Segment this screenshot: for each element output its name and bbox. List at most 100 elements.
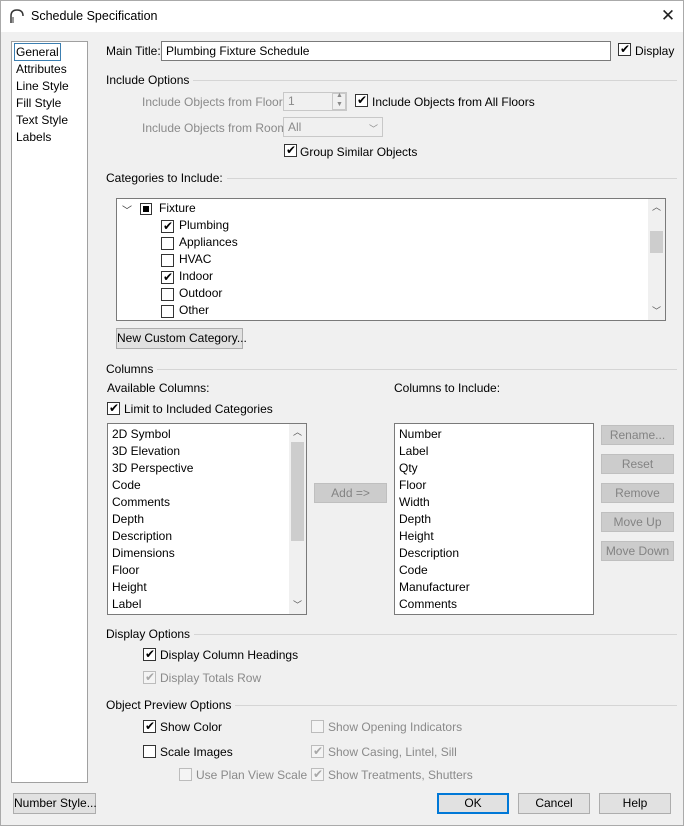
category-label[interactable]: Plumbing [179, 217, 229, 234]
list-item[interactable]: Label [112, 596, 141, 613]
treatments-checkbox[interactable]: ✔ [311, 767, 324, 781]
app-arch-icon [10, 9, 24, 23]
list-item[interactable]: Comments [399, 596, 457, 613]
check-icon: ✔ [313, 767, 324, 781]
categories-tree[interactable]: ﹀ Fixture ✔ Plumbing Appliances HVAC ✔ I… [116, 198, 666, 321]
list-item[interactable]: Dimensions [112, 545, 175, 562]
move-down-button[interactable]: Move Down [601, 541, 674, 561]
ok-button[interactable]: OK [437, 793, 509, 814]
new-custom-category-button[interactable]: New Custom Category... [116, 328, 247, 349]
list-item[interactable]: Height [399, 528, 434, 545]
window-title: Schedule Specification [31, 9, 158, 23]
nav-item-labels[interactable]: Labels [15, 129, 52, 145]
rename-button[interactable]: Rename... [601, 425, 674, 445]
close-icon[interactable]: ✕ [657, 5, 679, 27]
spin-down-icon[interactable]: ▼ [336, 101, 343, 108]
list-item[interactable]: Width [399, 494, 430, 511]
category-label[interactable]: HVAC [179, 251, 211, 268]
list-item[interactable]: Qty [399, 460, 418, 477]
list-item[interactable]: Floor [399, 477, 426, 494]
totals-row-checkbox[interactable]: ✔ [143, 670, 156, 684]
help-button[interactable]: Help [599, 793, 671, 814]
main-title-input[interactable]: Plumbing Fixture Schedule [161, 41, 611, 61]
list-item[interactable]: Depth [399, 511, 431, 528]
category-checkbox[interactable] [161, 254, 174, 267]
spin-up-icon[interactable]: ▲ [336, 92, 343, 99]
scale-images-checkbox[interactable] [143, 745, 156, 758]
preview-options-heading: Object Preview Options [106, 698, 236, 712]
category-label[interactable]: Indoor [179, 268, 213, 285]
list-item[interactable]: Code [399, 562, 428, 579]
category-label[interactable]: Outdoor [179, 285, 222, 302]
include-options-divider [187, 80, 677, 81]
list-item[interactable]: Depth [112, 511, 144, 528]
category-checkbox[interactable] [161, 237, 174, 250]
check-icon: ✔ [357, 93, 368, 107]
list-item[interactable]: Code [112, 477, 141, 494]
included-columns-list[interactable]: Number Label Qty Floor Width Depth Heigh… [394, 423, 594, 615]
column-headings-label: Display Column Headings [160, 648, 299, 662]
list-item[interactable]: Label [399, 443, 428, 460]
display-options-divider [187, 634, 677, 635]
columns-divider [151, 369, 677, 370]
scroll-down-icon[interactable]: ﹀ [648, 303, 665, 320]
room-select[interactable]: All [283, 117, 383, 137]
reset-button[interactable]: Reset [601, 454, 674, 474]
nav-item-fill-style[interactable]: Fill Style [15, 95, 62, 111]
tree-root-fixture[interactable]: Fixture [159, 200, 196, 217]
fixture-tristate-checkbox[interactable] [140, 203, 152, 215]
list-item[interactable]: Floor [112, 562, 139, 579]
category-checkbox[interactable] [161, 305, 174, 318]
opening-indicators-checkbox[interactable] [311, 720, 324, 733]
group-similar-checkbox[interactable]: ✔ [284, 143, 297, 157]
scrollbar-thumb[interactable] [291, 442, 304, 541]
scale-images-label: Scale Images [160, 745, 233, 759]
floor-label: Include Objects from Floor: [142, 95, 287, 109]
title-bar: Schedule Specification ✕ [1, 1, 683, 32]
nav-item-line-style[interactable]: Line Style [15, 78, 70, 94]
all-floors-checkbox[interactable]: ✔ [355, 93, 368, 107]
display-title-checkbox[interactable]: ✔ [618, 42, 631, 56]
category-label[interactable]: Other [179, 302, 209, 319]
limit-categories-checkbox[interactable]: ✔ [107, 401, 120, 415]
show-color-checkbox[interactable]: ✔ [143, 719, 156, 733]
list-item[interactable]: Manufacturer [399, 579, 470, 596]
available-columns-list[interactable]: 2D Symbol 3D Elevation 3D Perspective Co… [107, 423, 307, 615]
floor-spinner-buttons[interactable]: ▲ ▼ [332, 92, 346, 110]
list-item[interactable]: Number [399, 426, 442, 443]
check-icon: ✔ [286, 143, 297, 157]
casing-checkbox[interactable]: ✔ [311, 744, 324, 758]
list-item[interactable]: Comments [112, 494, 170, 511]
list-item[interactable]: 2D Symbol [112, 426, 171, 443]
scroll-up-icon[interactable]: ︿ [289, 424, 306, 441]
move-up-button[interactable]: Move Up [601, 512, 674, 532]
nav-item-text-style[interactable]: Text Style [15, 112, 69, 128]
available-columns-scrollbar[interactable]: ︿ ﹀ [289, 424, 306, 614]
check-icon: ✔ [163, 219, 174, 233]
list-item[interactable]: Description [112, 528, 172, 545]
scroll-down-icon[interactable]: ﹀ [289, 597, 306, 614]
list-item[interactable]: 3D Elevation [112, 443, 180, 460]
tree-expand-chevron-icon[interactable]: ﹀ [122, 202, 132, 217]
column-headings-checkbox[interactable]: ✔ [143, 647, 156, 661]
nav-item-attributes[interactable]: Attributes [15, 61, 68, 77]
nav-item-general[interactable]: General [14, 43, 61, 61]
category-checkbox[interactable]: ✔ [161, 219, 174, 233]
categories-scrollbar[interactable]: ︿ ﹀ [648, 199, 665, 320]
category-label[interactable]: Appliances [179, 234, 238, 251]
category-checkbox[interactable] [161, 288, 174, 301]
scrollbar-thumb[interactable] [650, 231, 663, 253]
columns-to-include-label: Columns to Include: [394, 381, 501, 395]
scroll-up-icon[interactable]: ︿ [648, 199, 665, 216]
add-column-button[interactable]: Add => [314, 483, 387, 503]
list-item[interactable]: Description [399, 545, 459, 562]
plan-view-scale-checkbox[interactable] [179, 768, 192, 781]
number-style-button[interactable]: Number Style... [13, 793, 97, 814]
check-icon: ✔ [145, 719, 156, 733]
remove-button[interactable]: Remove [601, 483, 674, 503]
category-checkbox[interactable]: ✔ [161, 270, 174, 284]
check-icon: ✔ [163, 270, 174, 284]
list-item[interactable]: 3D Perspective [112, 460, 193, 477]
list-item[interactable]: Height [112, 579, 147, 596]
cancel-button[interactable]: Cancel [518, 793, 590, 814]
